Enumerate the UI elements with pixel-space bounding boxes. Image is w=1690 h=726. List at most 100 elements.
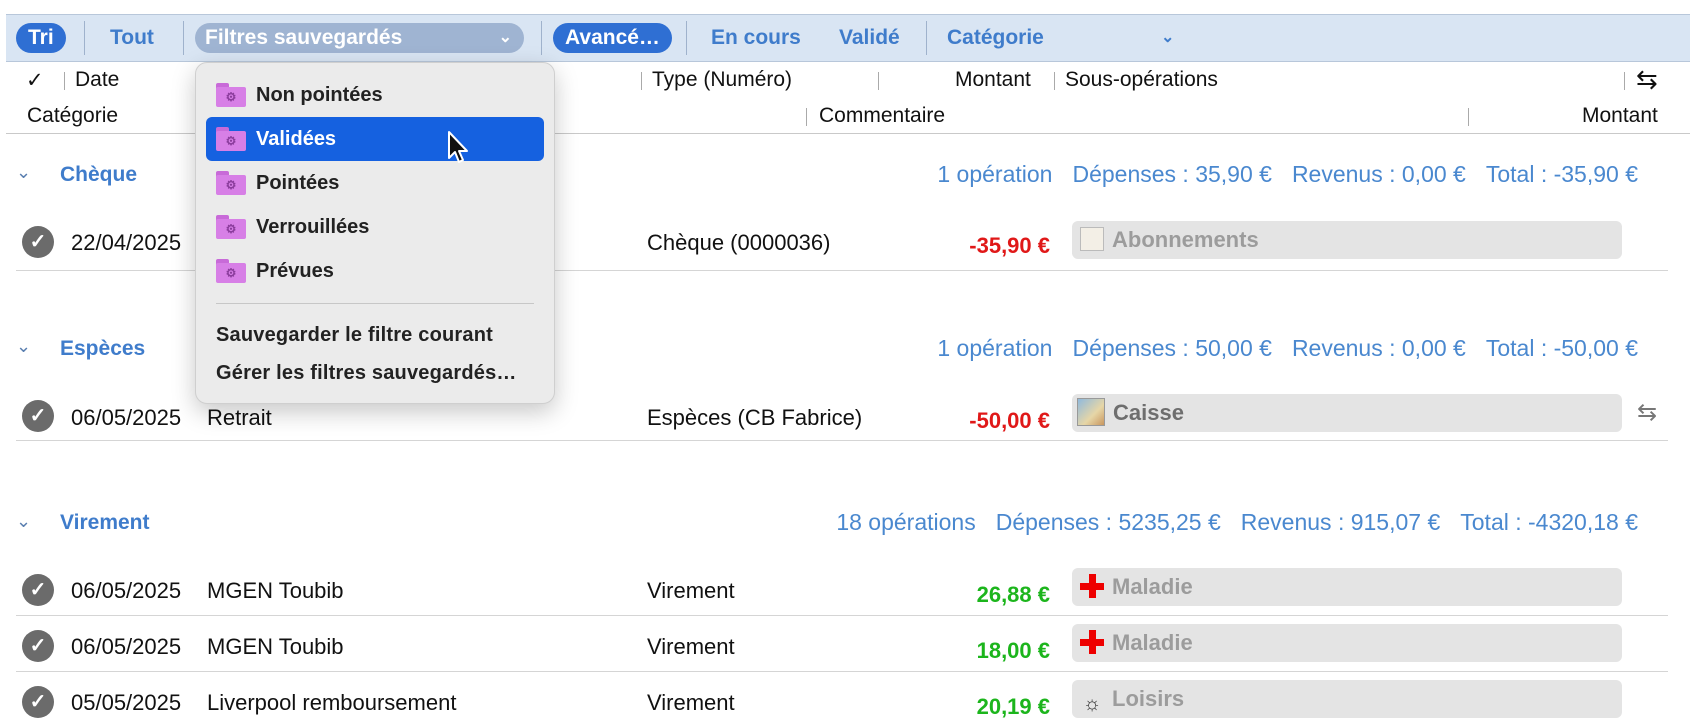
toolbar-divider (183, 21, 184, 55)
row-date: 06/05/2025 (71, 405, 182, 430)
category-label: Maladie (1112, 574, 1193, 599)
group-count: 18 opérations (836, 509, 976, 535)
smart-folder-icon: ⚙ (216, 215, 246, 239)
group-count: 1 opération (937, 161, 1053, 187)
category-chip[interactable]: Abonnements (1072, 221, 1622, 259)
category-chip[interactable]: Caisse (1072, 394, 1622, 432)
toolbar-divider (84, 21, 85, 55)
group-income: Revenus : 0,00 € (1291, 335, 1466, 361)
table-row[interactable]: ✓ 05/05/2025 Liverpool remboursement Vir… (6, 676, 1668, 726)
group-total: Total : -50,00 € (1485, 335, 1638, 361)
row-date: 06/05/2025 (71, 634, 182, 659)
validated-check-icon[interactable]: ✓ (22, 574, 54, 606)
menu-item-label: Non pointées (256, 84, 383, 106)
header-amount[interactable]: Montant (955, 68, 1031, 92)
toolbar-divider (541, 21, 542, 55)
saved-filters-menu: ⚙ Non pointées ⚙ Validées ⚙ Pointées ⚙ V… (195, 62, 555, 404)
saved-filters-label: Filtres sauvegardés (205, 26, 403, 49)
validated-check-icon[interactable]: ✓ (22, 400, 54, 432)
header-sub-amount[interactable]: Montant (1582, 104, 1658, 128)
category-chip[interactable]: Maladie (1072, 568, 1622, 606)
row-label: Liverpool remboursement (207, 690, 457, 715)
validated-filter-button[interactable]: Validé (839, 23, 900, 53)
save-current-filter-item[interactable]: Sauvegarder le filtre courant (216, 324, 493, 347)
menu-item-label: Prévues (256, 260, 334, 282)
row-divider (16, 615, 1668, 616)
table-row[interactable]: ✓ 06/05/2025 MGEN Toubib Virement 26,88 … (6, 564, 1668, 620)
leisure-icon: ☼ (1082, 693, 1102, 715)
smart-folder-icon: ⚙ (216, 171, 246, 195)
category-chip[interactable]: ☼ Loisirs (1072, 680, 1622, 718)
smart-folder-icon: ⚙ (216, 127, 246, 151)
header-divider (1468, 108, 1469, 126)
saved-filters-dropdown[interactable]: Filtres sauvegardés ⌄ (195, 23, 524, 53)
row-label: MGEN Toubib (207, 578, 344, 603)
header-date[interactable]: Date (75, 68, 119, 92)
picture-icon (1077, 398, 1105, 426)
header-divider (641, 72, 642, 90)
transfer-arrows-icon[interactable]: ⇆ (1637, 398, 1657, 427)
header-type[interactable]: Type (Numéro) (652, 68, 792, 92)
header-comment[interactable]: Commentaire (819, 104, 945, 128)
sort-button[interactable]: Tri (16, 23, 66, 53)
validated-check-icon[interactable]: ✓ (22, 686, 54, 718)
row-amount: -35,90 € (969, 233, 1050, 258)
all-filter-button[interactable]: Tout (110, 23, 154, 53)
category-label: Abonnements (1112, 227, 1259, 252)
group-expenses: Dépenses : 50,00 € (1072, 335, 1272, 361)
manage-saved-filters-item[interactable]: Gérer les filtres sauvegardés… (216, 362, 517, 385)
validated-check-icon[interactable]: ✓ (22, 630, 54, 662)
header-divider (1054, 72, 1055, 90)
group-summary: 18 opérations Dépenses : 5235,25 € Revenus… (816, 509, 1638, 536)
menu-item-non-pointees[interactable]: ⚙ Non pointées (206, 73, 544, 117)
filter-toolbar: Tri Tout Filtres sauvegardés ⌄ Avancé… E… (6, 14, 1690, 62)
group-total: Total : -35,90 € (1485, 161, 1638, 187)
group-income: Revenus : 915,07 € (1240, 509, 1441, 535)
group-collapse-chevron-icon[interactable]: ⌄ (16, 336, 31, 357)
menu-separator (216, 303, 534, 304)
smart-folder-icon: ⚙ (216, 83, 246, 107)
row-type: Espèces (CB Fabrice) (647, 405, 863, 430)
menu-item-validees[interactable]: ⚙ Validées (206, 117, 544, 161)
row-date: 06/05/2025 (71, 578, 182, 603)
red-cross-icon (1080, 630, 1104, 654)
red-cross-icon (1080, 574, 1104, 598)
chevron-down-icon: ⌄ (498, 29, 512, 46)
smart-folder-icon: ⚙ (216, 259, 246, 283)
row-date: 22/04/2025 (71, 230, 182, 255)
category-filter-popup[interactable]: Catégorie (947, 23, 1044, 53)
menu-item-label: Pointées (256, 172, 340, 194)
row-type: Virement (647, 634, 735, 659)
mouse-pointer-icon (448, 131, 468, 163)
table-row[interactable]: ✓ 06/05/2025 MGEN Toubib Virement 18,00 … (6, 620, 1668, 676)
category-chip[interactable]: Maladie (1072, 624, 1622, 662)
header-sub-operations[interactable]: Sous-opérations (1065, 68, 1218, 92)
row-label: MGEN Toubib (207, 634, 344, 659)
group-title: Virement (60, 511, 150, 534)
row-amount: 20,19 € (976, 694, 1050, 719)
toolbar-divider (686, 21, 687, 55)
menu-item-label: Verrouillées (256, 216, 370, 238)
group-income: Revenus : 0,00 € (1291, 161, 1466, 187)
menu-item-prevues[interactable]: ⚙ Prévues (206, 249, 544, 293)
category-label: Caisse (1113, 400, 1184, 425)
group-collapse-chevron-icon[interactable]: ⌄ (16, 511, 31, 532)
category-chevron-down-icon[interactable]: ⌄ (1161, 23, 1174, 53)
header-category[interactable]: Catégorie (27, 104, 118, 128)
group-expenses: Dépenses : 5235,25 € (995, 509, 1221, 535)
validated-check-icon[interactable]: ✓ (22, 226, 54, 258)
group-summary: 1 opération Dépenses : 35,90 € Revenus : 0… (917, 161, 1638, 188)
group-total: Total : -4320,18 € (1460, 509, 1638, 535)
menu-item-verrouillees[interactable]: ⚙ Verrouillées (206, 205, 544, 249)
menu-item-pointees[interactable]: ⚙ Pointées (206, 161, 544, 205)
group-collapse-chevron-icon[interactable]: ⌄ (16, 162, 31, 183)
row-divider (16, 440, 1668, 441)
header-divider (878, 72, 879, 90)
swap-arrows-icon[interactable]: ⇆ (1636, 64, 1658, 95)
toolbar-divider (926, 21, 927, 55)
advanced-filter-button[interactable]: Avancé… (553, 23, 672, 53)
window-top-edge (0, 0, 1690, 12)
in-progress-filter-button[interactable]: En cours (711, 23, 801, 53)
row-type: Chèque (0000036) (647, 230, 831, 255)
header-check[interactable]: ✓ (26, 68, 44, 93)
